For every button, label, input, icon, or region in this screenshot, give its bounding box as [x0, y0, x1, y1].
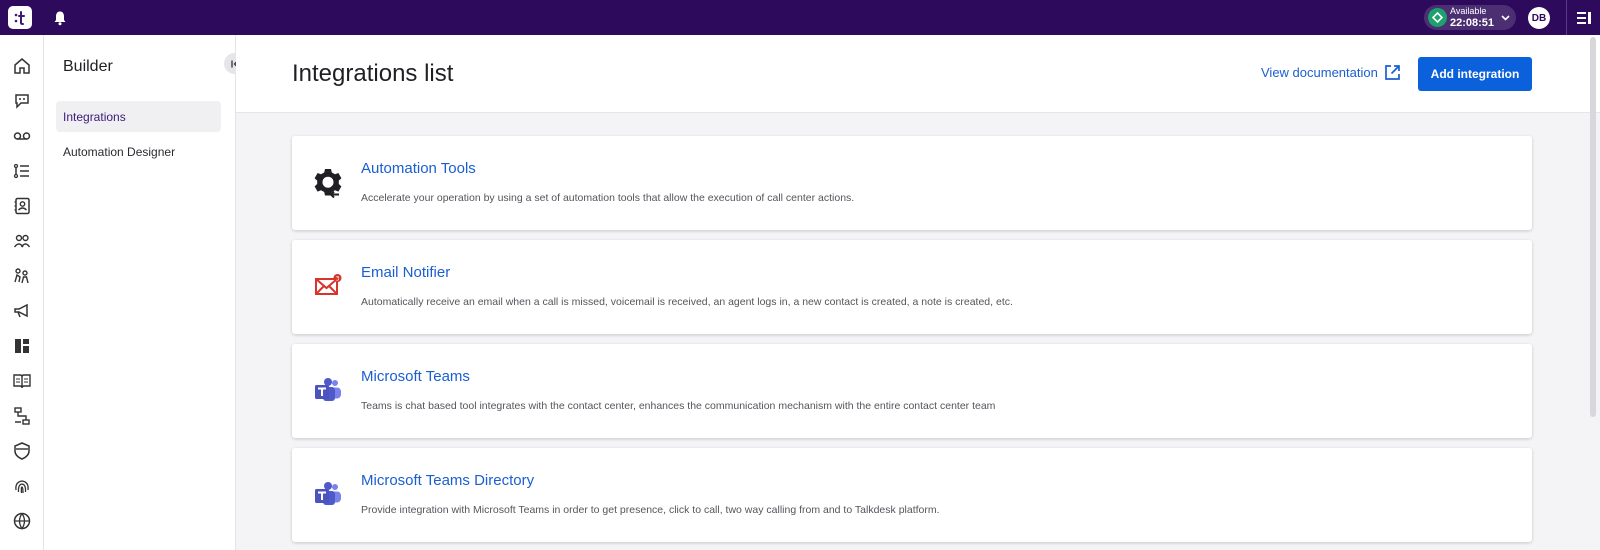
teams-icon: [312, 478, 344, 510]
side-panel-toggle[interactable]: [1566, 0, 1600, 35]
page-title: Integrations list: [292, 60, 454, 87]
teams-icon: [312, 374, 344, 406]
flow-icon[interactable]: [10, 404, 34, 428]
sidebar-item-integrations[interactable]: Integrations: [56, 101, 221, 132]
fingerprint-icon[interactable]: [10, 474, 34, 498]
builder-sidebar: Builder Integrations Automation Designer: [44, 35, 245, 550]
availability-status-selector[interactable]: Available 22:08:51: [1424, 5, 1516, 30]
status-indicator: [1428, 8, 1447, 27]
page-header: Integrations list View documentation Add…: [236, 35, 1600, 113]
gear-sync-icon: [312, 166, 344, 198]
integration-title[interactable]: Automation Tools: [361, 160, 476, 177]
chevron-down-icon: [1501, 15, 1510, 21]
agents-icon[interactable]: [10, 264, 34, 288]
integration-description: Teams is chat based tool integrates with…: [361, 400, 996, 412]
status-timer: 22:08:51: [1450, 17, 1495, 29]
top-bar: Available 22:08:51 DB: [0, 0, 1600, 35]
shield-icon[interactable]: [10, 439, 34, 463]
integration-card-email-notifier[interactable]: 3 Email Notifier Automatically receive a…: [292, 240, 1532, 334]
dashboard-icon[interactable]: [10, 334, 34, 358]
integration-description: Accelerate your operation by using a set…: [361, 192, 855, 204]
home-icon[interactable]: [10, 54, 34, 78]
talkdesk-logo-icon: [14, 10, 25, 25]
team-icon[interactable]: [10, 229, 34, 253]
integration-title[interactable]: Microsoft Teams Directory: [361, 472, 534, 489]
view-documentation-link[interactable]: View documentation: [1261, 64, 1401, 81]
add-integration-button[interactable]: Add integration: [1418, 57, 1532, 91]
bell-icon[interactable]: [52, 10, 68, 26]
integration-card-automation-tools[interactable]: Automation Tools Accelerate your operati…: [292, 136, 1532, 230]
doc-link-label: View documentation: [1261, 65, 1378, 80]
sidebar-title: Builder: [63, 58, 113, 75]
sidebar-item-automation-designer[interactable]: Automation Designer: [56, 136, 221, 167]
page-scrollbar[interactable]: [1590, 37, 1596, 417]
app-navigation-rail: [0, 35, 44, 550]
integration-description: Automatically receive an email when a ca…: [361, 296, 1013, 308]
integration-card-microsoft-teams-directory[interactable]: Microsoft Teams Directory Provide integr…: [292, 448, 1532, 542]
email-notifier-icon: 3: [312, 270, 344, 302]
status-label: Available: [1450, 6, 1487, 16]
megaphone-icon[interactable]: [10, 299, 34, 323]
integration-card-microsoft-teams[interactable]: Microsoft Teams Teams is chat based tool…: [292, 344, 1532, 438]
globe-icon[interactable]: [10, 509, 34, 533]
book-icon[interactable]: [10, 369, 34, 393]
user-avatar[interactable]: DB: [1528, 7, 1550, 29]
sidebar-item-label: Integrations: [63, 109, 126, 124]
chat-icon[interactable]: [10, 89, 34, 113]
integration-description: Provide integration with Microsoft Teams…: [361, 504, 940, 516]
app-logo[interactable]: [8, 6, 32, 29]
sidebar-item-label: Automation Designer: [63, 144, 176, 159]
side-panel-icon: [1576, 11, 1591, 24]
svg-text:3: 3: [336, 276, 340, 283]
external-link-icon: [1384, 65, 1400, 80]
integration-title[interactable]: Microsoft Teams: [361, 368, 470, 385]
list-icon[interactable]: [10, 159, 34, 183]
integration-title[interactable]: Email Notifier: [361, 264, 450, 281]
contacts-icon[interactable]: [10, 194, 34, 218]
voicemail-icon[interactable]: [10, 124, 34, 148]
diamond-status-icon: [1432, 12, 1443, 23]
